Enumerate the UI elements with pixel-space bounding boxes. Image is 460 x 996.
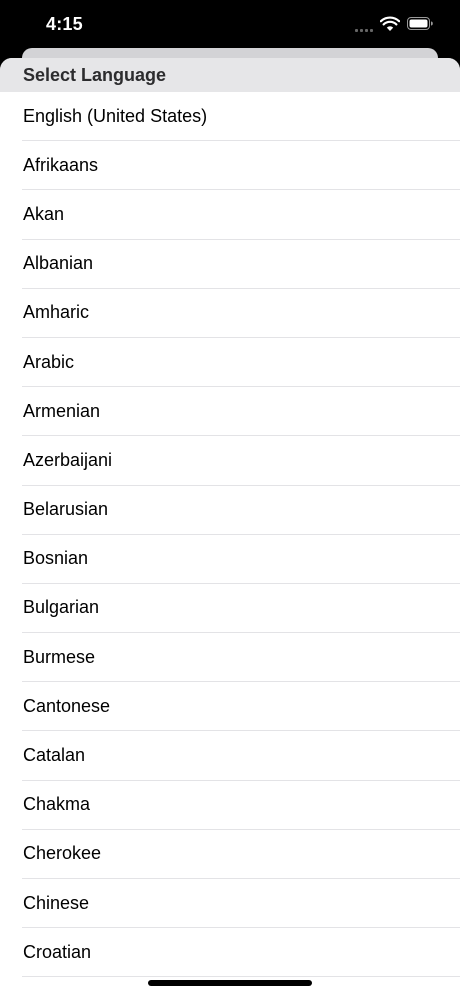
sheet-title: Select Language xyxy=(23,65,167,85)
language-row[interactable]: Bulgarian xyxy=(22,584,460,634)
language-label: English (United States) xyxy=(23,105,208,126)
home-indicator[interactable] xyxy=(148,980,312,986)
language-row[interactable]: Akan xyxy=(22,190,460,240)
language-label: Catalan xyxy=(23,745,86,766)
language-row[interactable]: English (United States) xyxy=(22,92,460,142)
language-row[interactable]: Azerbaijani xyxy=(22,436,460,486)
language-row[interactable]: Croatian xyxy=(22,928,460,978)
wifi-icon xyxy=(380,16,400,31)
language-label: Chakma xyxy=(23,794,91,815)
language-label: Amharic xyxy=(23,302,90,323)
language-label: Akan xyxy=(23,203,65,224)
language-sheet: Select Language English (United States) A… xyxy=(0,58,460,996)
language-row[interactable]: Chinese xyxy=(22,879,460,929)
language-label: Cherokee xyxy=(23,843,102,864)
language-row[interactable]: Arabic xyxy=(22,338,460,388)
language-row[interactable]: Bosnian xyxy=(22,535,460,584)
status-bar: 4:15 xyxy=(0,0,460,50)
language-label: Bosnian xyxy=(23,548,89,569)
language-row[interactable]: Albanian xyxy=(22,240,460,289)
language-label: Belarusian xyxy=(23,499,109,520)
language-label: Arabic xyxy=(23,351,75,372)
language-label: Cantonese xyxy=(23,695,111,716)
language-row[interactable]: Cherokee xyxy=(22,830,460,879)
language-row[interactable]: Amharic xyxy=(22,289,460,338)
language-row[interactable]: Afrikaans xyxy=(22,141,460,191)
language-row[interactable]: Catalan xyxy=(22,731,460,781)
sheet-header: Select Language xyxy=(0,58,460,92)
language-label: Burmese xyxy=(23,646,96,667)
language-row[interactable]: Cantonese xyxy=(22,682,460,732)
signal-icon xyxy=(355,28,375,32)
language-label: Chinese xyxy=(23,892,90,913)
language-label: Azerbaijani xyxy=(23,449,113,470)
language-label: Albanian xyxy=(23,253,94,274)
language-row[interactable]: Armenian xyxy=(22,387,460,437)
language-label: Afrikaans xyxy=(23,154,99,175)
language-row[interactable]: Chakma xyxy=(22,781,460,830)
language-row[interactable]: Burmese xyxy=(22,633,460,683)
status-time: 4:15 xyxy=(46,14,83,34)
language-row[interactable]: Belarusian xyxy=(22,486,460,535)
language-label: Armenian xyxy=(23,400,101,421)
language-list: English (United States) Afrikaans Akan Alba… xyxy=(0,92,460,978)
language-label: Bulgarian xyxy=(23,597,100,618)
battery-icon xyxy=(407,17,433,30)
language-label: Croatian xyxy=(23,941,92,962)
